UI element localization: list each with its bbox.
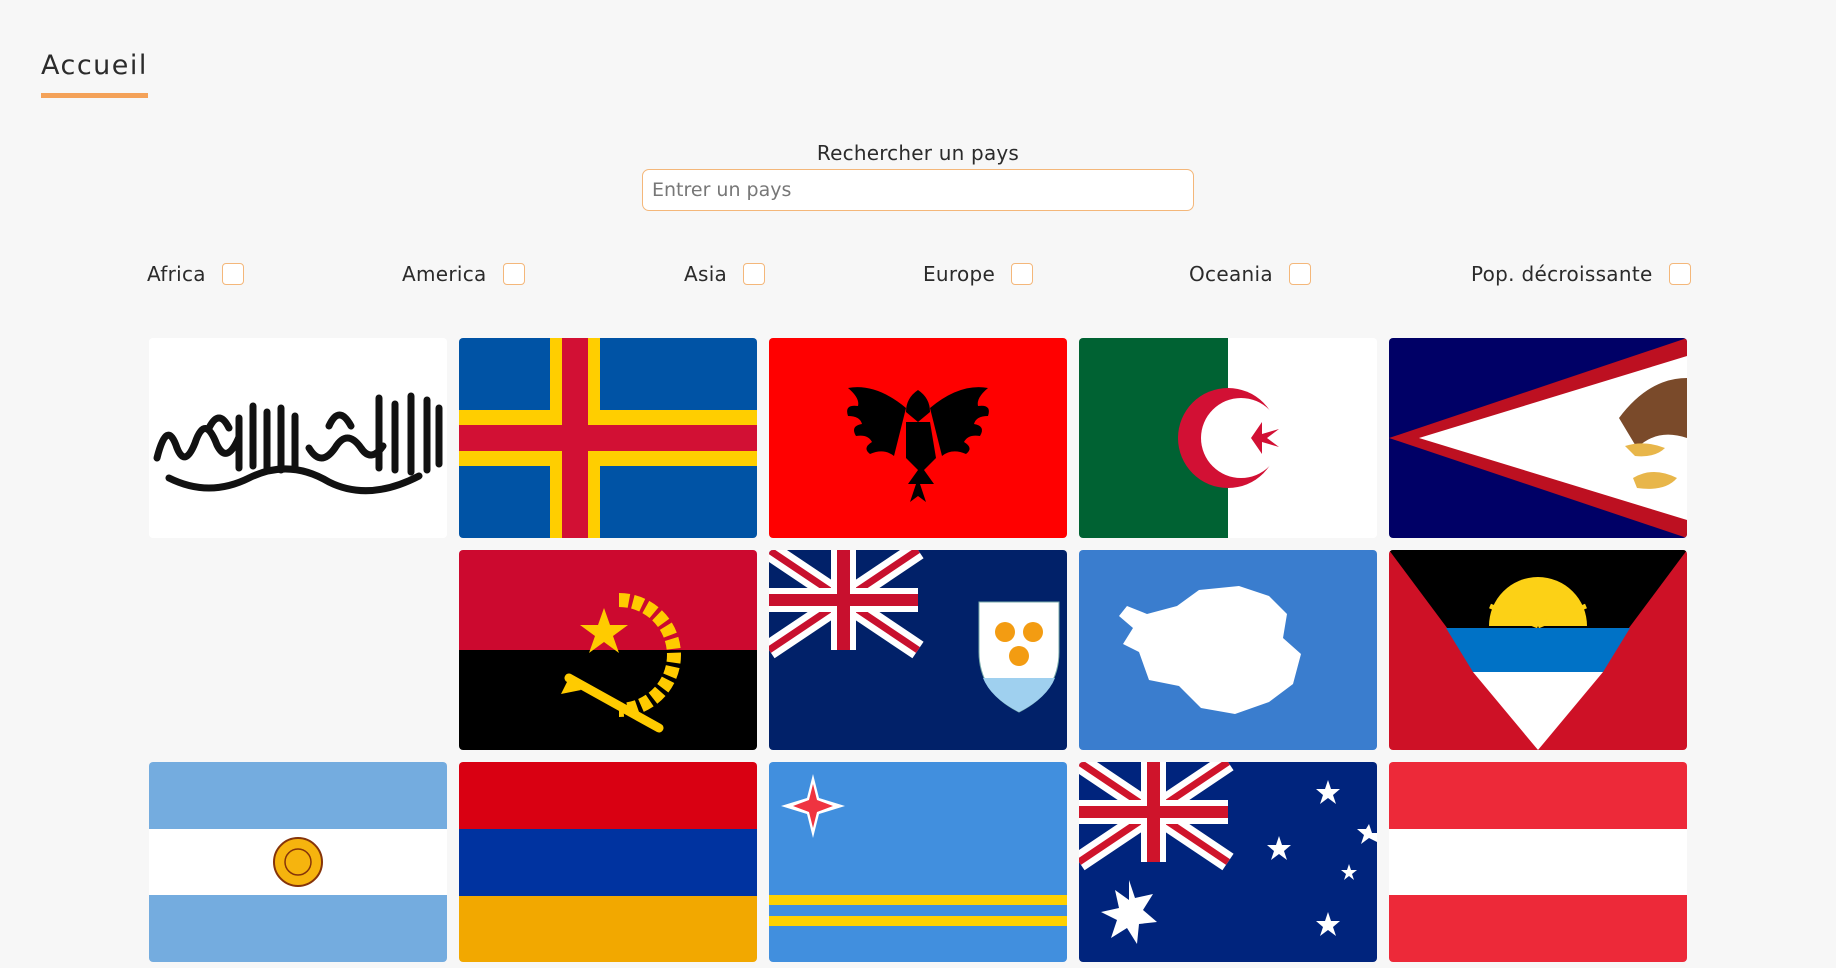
- albania-flag-icon[interactable]: [769, 338, 1067, 538]
- aland-islands-flag-icon[interactable]: [459, 338, 757, 538]
- filter-oceania: Oceania: [1189, 258, 1311, 290]
- filter-europe: Europe: [923, 258, 1034, 290]
- filter-america: America: [402, 258, 525, 290]
- filter-africa-label: Africa: [147, 262, 206, 286]
- filter-population-desc: Pop. décroissante: [1471, 258, 1691, 290]
- aruba-flag-icon[interactable]: [769, 762, 1067, 962]
- american-samoa-flag-icon[interactable]: [1389, 338, 1687, 538]
- filter-africa-checkbox[interactable]: [221, 263, 244, 285]
- filter-europe-label: Europe: [923, 262, 996, 286]
- antarctica-flag-icon[interactable]: [1079, 550, 1377, 750]
- andorra-flag-icon-blank[interactable]: [149, 550, 447, 750]
- filter-asia-checkbox[interactable]: [743, 263, 766, 285]
- filter-population-desc-label: Pop. décroissante: [1471, 262, 1653, 286]
- filter-asia-label: Asia: [684, 262, 728, 286]
- filter-america-checkbox[interactable]: [502, 263, 525, 285]
- argentina-flag-icon[interactable]: [149, 762, 447, 962]
- search-label: Rechercher un pays: [816, 141, 1020, 165]
- filter-oceania-checkbox[interactable]: [1288, 263, 1311, 285]
- antigua-and-barbuda-flag-icon[interactable]: [1389, 550, 1687, 750]
- algeria-flag-icon[interactable]: [1079, 338, 1377, 538]
- filter-africa: Africa: [147, 258, 244, 290]
- anguilla-flag-icon[interactable]: [769, 550, 1067, 750]
- filter-oceania-label: Oceania: [1189, 262, 1273, 286]
- filter-america-label: America: [402, 262, 487, 286]
- filter-population-desc-checkbox[interactable]: [1668, 263, 1691, 285]
- filter-asia: Asia: [684, 258, 766, 290]
- nav-home-link[interactable]: Accueil: [41, 50, 148, 98]
- afghanistan-flag-icon[interactable]: [149, 338, 447, 538]
- australia-flag-icon[interactable]: [1079, 762, 1377, 962]
- search-input[interactable]: [642, 169, 1194, 211]
- search-section: Rechercher un pays: [642, 141, 1194, 211]
- armenia-flag-icon[interactable]: [459, 762, 757, 962]
- angola-flag-icon[interactable]: [459, 550, 757, 750]
- filter-europe-checkbox[interactable]: [1011, 263, 1034, 285]
- austria-flag-icon[interactable]: [1389, 762, 1687, 962]
